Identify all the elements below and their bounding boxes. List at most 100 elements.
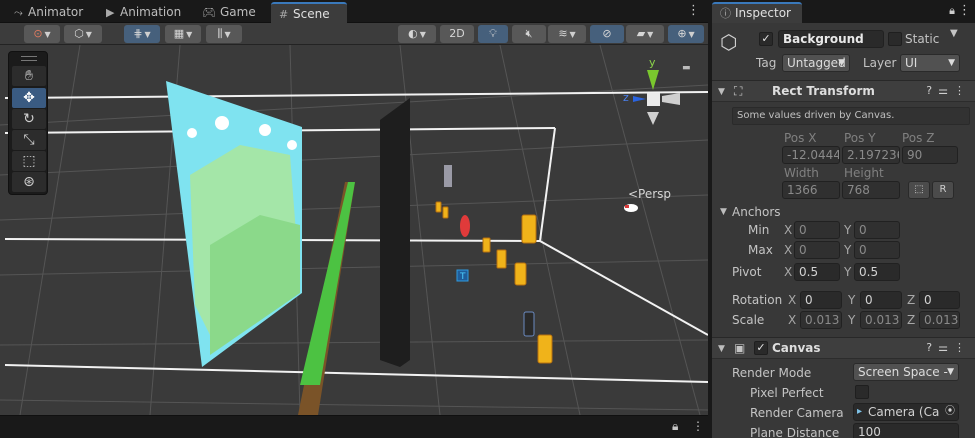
render-mode-label: Render Mode <box>732 366 812 380</box>
projection-toggle[interactable]: <Persp <box>628 187 671 201</box>
pos-z-field[interactable]: 90 <box>902 146 958 164</box>
layer-dropdown[interactable]: UI ▼ <box>900 54 960 72</box>
tab-game[interactable]: 🎮︎ Game <box>194 2 264 23</box>
component-header-icons[interactable]: ?⚌⋮ <box>926 341 971 354</box>
scale-y-field[interactable]: 0.013 <box>860 311 902 329</box>
rect-tool-icon[interactable]: ⬚ <box>12 151 46 171</box>
height-label: Height <box>844 166 884 180</box>
component-header-icons[interactable]: ?⚌⋮ <box>926 84 971 97</box>
orientation-dropdown[interactable]: ⬡ ▼ <box>64 25 102 43</box>
anchor-min-y-field[interactable]: 0 <box>854 221 900 239</box>
foldout-arrow-icon[interactable]: ▼ <box>718 344 725 354</box>
chevron-down-icon: ▼ <box>947 367 954 377</box>
tag-label: Tag <box>756 56 777 70</box>
anchor-min-x-field[interactable]: 0 <box>794 221 840 239</box>
audio-mute-icon: 🔇︎ <box>525 27 533 40</box>
gizmo-lock-icon[interactable]: ▬ <box>682 63 691 73</box>
plane-distance-field[interactable]: 100 <box>853 423 959 438</box>
chevron-down-icon: ▼ <box>144 30 151 39</box>
tab-scene[interactable]: # Scene <box>271 2 347 23</box>
object-picker-icon[interactable]: ⦿ <box>945 404 955 420</box>
background-image-plane <box>166 81 302 367</box>
grid-visibility-dropdown[interactable]: ▦ ▼ <box>165 25 201 43</box>
dark-plane <box>380 98 410 367</box>
canvas-header[interactable]: ▼ ▣ ✓ Canvas ?⚌⋮ <box>712 337 975 359</box>
width-field[interactable]: 1366 <box>782 181 840 199</box>
shading-mode-dropdown[interactable]: ◐ ▼ <box>398 25 436 43</box>
tag-dropdown[interactable]: Untagged ▼ <box>782 54 850 72</box>
canvas-enabled-checkbox[interactable]: ✓ <box>754 341 768 355</box>
rot-y-axis: Y <box>848 293 856 307</box>
rect-transform-header[interactable]: ▼ ⛶ Rect Transform ?⚌⋮ <box>712 80 975 102</box>
static-dropdown-icon[interactable]: ▼ <box>950 28 958 39</box>
anchors-foldout-icon[interactable]: ▼ <box>720 207 727 217</box>
anchor-max-y-field[interactable]: 0 <box>854 241 900 259</box>
menu-icon[interactable]: ⋮ <box>692 419 704 433</box>
audio-toggle[interactable]: 🔇︎ <box>512 25 546 43</box>
scene-tab-bar: ⤳ Animator ▶ Animation 🎮︎ Game # Scene ⋮ <box>0 0 708 23</box>
overlay-grip-icon[interactable] <box>21 56 37 61</box>
gameobject-name-field[interactable]: Background <box>778 30 884 48</box>
tab-animation[interactable]: ▶ Animation <box>98 2 190 23</box>
scale-x-axis: X <box>788 313 797 327</box>
raw-edit-button[interactable]: R <box>932 181 954 199</box>
inspector-menu-icon[interactable]: ⋮ <box>958 3 971 18</box>
pivot-x-axis: X <box>784 265 793 279</box>
hand-tool-icon[interactable]: ✋︎ <box>12 66 46 86</box>
tab-animator[interactable]: ⤳ Animator <box>6 2 90 23</box>
increment-snap-dropdown[interactable]: ⫼ ▼ <box>206 25 242 43</box>
min-y-axis: Y <box>844 223 852 237</box>
rect-transform-icon: ⛶ <box>734 84 743 98</box>
move-tool-icon[interactable]: ✥ <box>12 88 46 108</box>
scale-tool-icon[interactable]: ⤡ <box>12 130 46 150</box>
foldout-arrow-icon[interactable]: ▼ <box>718 87 725 97</box>
effects-dropdown[interactable]: ≋ ▼ <box>548 25 586 43</box>
rotation-x-field[interactable]: 0 <box>800 291 842 309</box>
pos-x-field[interactable]: -12.0444 <box>782 146 840 164</box>
height-field[interactable]: 768 <box>842 181 900 199</box>
cube-icon: ⬡ <box>74 27 84 40</box>
toggle-2d-button[interactable]: 2D <box>440 25 474 43</box>
lighting-toggle[interactable]: 💡︎ <box>478 25 508 43</box>
max-label: Max <box>748 243 773 257</box>
gizmos-dropdown[interactable]: ⊕ ▼ <box>668 25 704 43</box>
rotate-tool-icon[interactable]: ↻ <box>12 109 46 129</box>
pivot-y-field[interactable]: 0.5 <box>854 263 900 281</box>
scale-x-field[interactable]: 0.013 <box>800 311 842 329</box>
scene-menu-icon[interactable]: ⋮ <box>687 3 700 18</box>
pos-z-label: Pos Z <box>902 131 935 145</box>
scene-visibility-toggle[interactable]: ⊘ <box>590 25 624 43</box>
pivot-x-field[interactable]: 0.5 <box>794 263 840 281</box>
min-label: Min <box>748 223 770 237</box>
transform-tool-icon[interactable]: ⊛ <box>12 172 46 192</box>
pos-y-field[interactable]: 2.197236 <box>842 146 900 164</box>
static-label: Static <box>905 32 940 46</box>
draw-mode-dropdown[interactable]: ⊙ ▼ <box>24 25 60 43</box>
active-checkbox[interactable]: ✓ <box>759 32 773 46</box>
tab-inspector[interactable]: ⓘ Inspector <box>712 2 802 23</box>
render-mode-dropdown[interactable]: Screen Space - ▼ <box>853 363 959 381</box>
scale-z-field[interactable]: 0.013 <box>919 311 960 329</box>
blueprint-mode-button[interactable]: ⬚ <box>908 181 930 199</box>
gamepad-icon: 🎮︎ <box>202 6 216 19</box>
camera-dropdown[interactable]: ▰ ▼ <box>626 25 664 43</box>
scene-render: T <box>0 45 708 415</box>
anchor-max-x-field[interactable]: 0 <box>794 241 840 259</box>
orientation-gizmo[interactable] <box>633 70 680 125</box>
animator-icon: ⤳ <box>14 6 23 19</box>
camera-icon: ▸ <box>857 406 863 417</box>
rotation-y-field[interactable]: 0 <box>860 291 902 309</box>
grid-snap-toggle[interactable]: ⋕ ▼ <box>124 25 160 43</box>
scene-viewport[interactable]: T y z ▬ <Persp <box>0 45 708 415</box>
static-checkbox[interactable] <box>888 32 902 46</box>
cloud-sprite <box>624 204 638 212</box>
info-icon: ⓘ <box>720 7 731 20</box>
pixel-perfect-checkbox[interactable] <box>855 385 869 399</box>
character-sprite <box>444 165 452 187</box>
lock-icon[interactable]: 🔒︎ <box>949 4 955 18</box>
lock-icon[interactable]: 🔒︎ <box>672 419 678 434</box>
render-camera-field[interactable]: ▸ Camera (Ca ⦿ <box>853 403 959 421</box>
ground-strip <box>298 182 355 415</box>
rotation-z-field[interactable]: 0 <box>919 291 960 309</box>
coin-sprites <box>435 201 553 364</box>
